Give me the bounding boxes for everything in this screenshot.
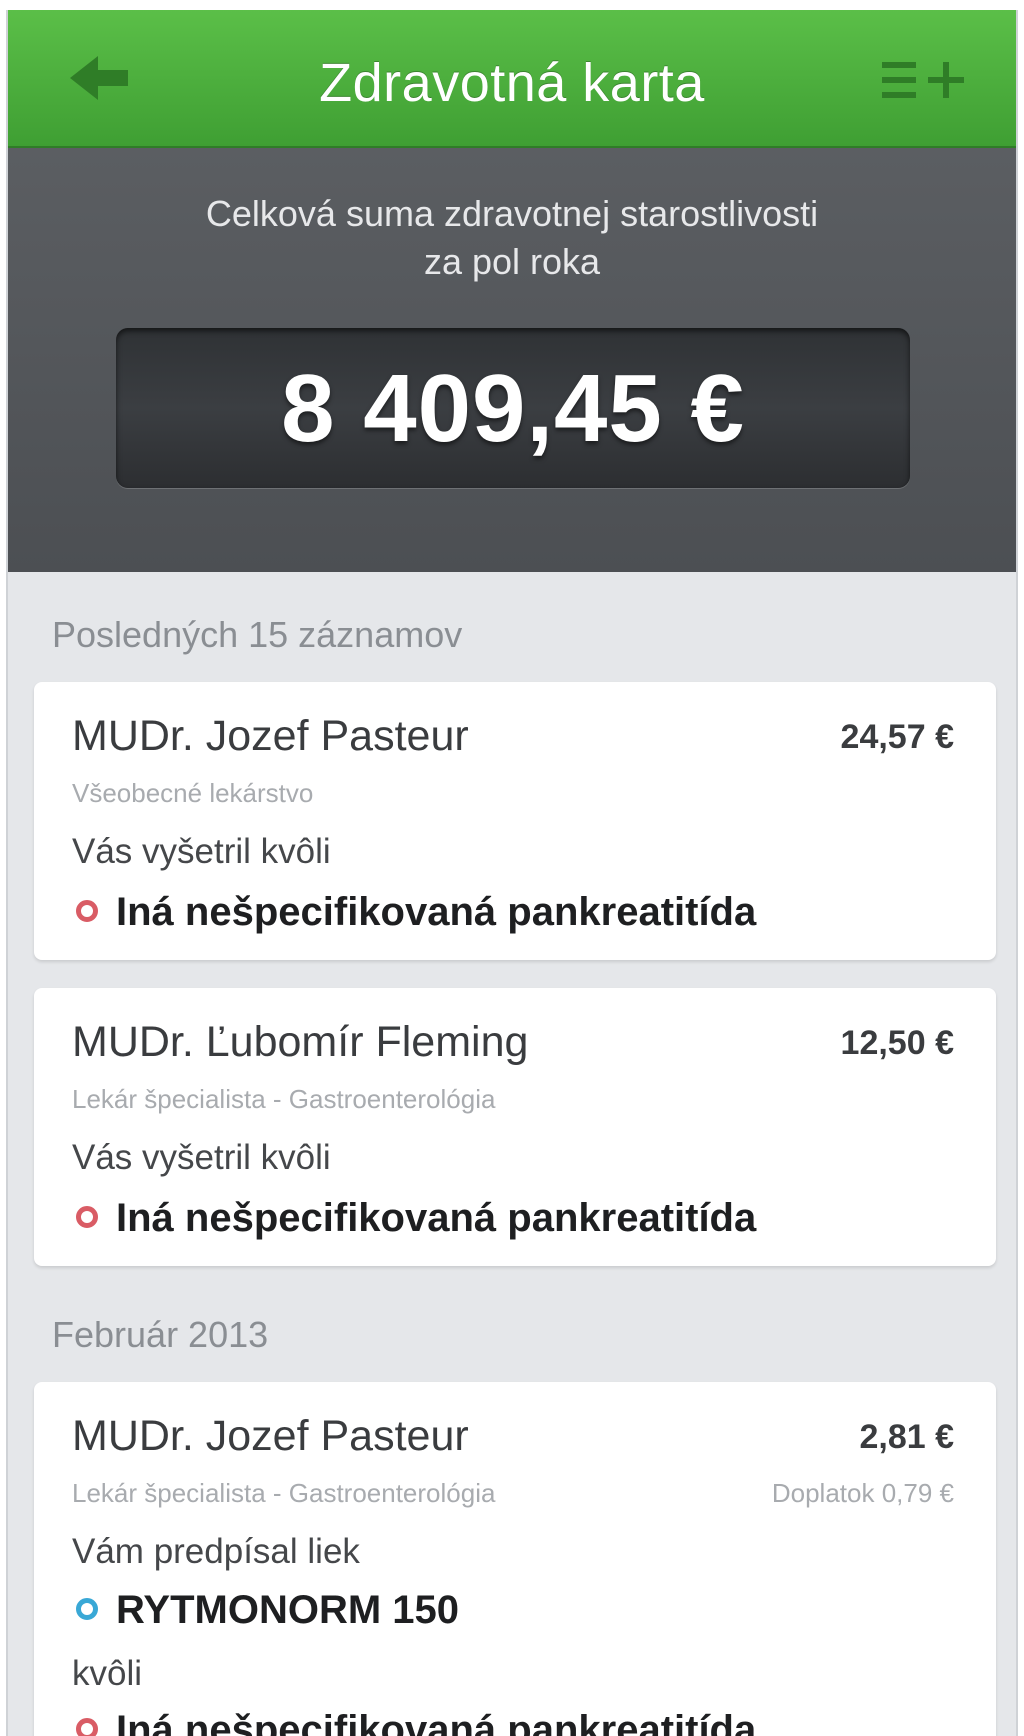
doctor-specialty: Lekár špecialista - Gastroenterológia (72, 1084, 496, 1114)
total-summary-panel: Celková suma zdravotnej starostlivosti z… (8, 148, 1016, 572)
diagnosis-text: Iná nešpecifikovaná pankreatitída (116, 890, 757, 934)
doctor-name: MUDr. Jozef Pasteur (72, 712, 469, 760)
total-summary-label: Celková suma zdravotnej starostlivosti z… (128, 190, 896, 286)
total-amount-display: 8 409,45 € (116, 328, 910, 488)
list-add-icon (882, 62, 964, 98)
doctor-specialty: Lekár špecialista - Gastroenterológia (72, 1478, 496, 1508)
diagnosis-text: Iná nešpecifikovaná pankreatitída (116, 1196, 757, 1240)
section-title-recent: Posledných 15 záznamov (52, 614, 463, 655)
total-amount: 8 409,45 € (281, 355, 745, 462)
copay-amount: Doplatok 0,79 € (771, 1478, 954, 1508)
record-price: 12,50 € (840, 1024, 954, 1062)
reason-label: Vás vyšetril kvôli (72, 832, 331, 871)
medication-text: RYTMONORM 150 (116, 1588, 460, 1632)
record-card[interactable]: MUDr. Ľubomír Fleming 12,50 € Lekár špec… (34, 988, 996, 1266)
because-label: kvôli (72, 1654, 143, 1693)
doctor-name: MUDr. Jozef Pasteur (72, 1412, 469, 1460)
navigation-bar: Zdravotná karta (8, 10, 1016, 148)
app-screen: Zdravotná karta Celková suma zdravotnej … (6, 10, 1018, 1736)
reason-label: Vás vyšetril kvôli (72, 1138, 331, 1177)
record-price: 2,81 € (859, 1418, 954, 1456)
diagnosis-text: Iná nešpecifikovaná pankreatitída (116, 1708, 757, 1736)
red-circle-icon (76, 900, 98, 922)
doctor-name: MUDr. Ľubomír Fleming (72, 1018, 529, 1066)
red-circle-icon (76, 1206, 98, 1228)
section-title-month: Február 2013 (52, 1314, 269, 1355)
record-card[interactable]: MUDr. Jozef Pasteur 2,81 € Lekár špecial… (34, 1382, 996, 1736)
blue-circle-icon (76, 1598, 98, 1620)
total-summary-label-line1: Celková suma zdravotnej starostlivosti (205, 193, 819, 234)
doctor-specialty: Všeobecné lekárstvo (72, 778, 314, 808)
red-circle-icon (76, 1718, 98, 1736)
total-summary-label-line2: za pol roka (423, 241, 601, 282)
reason-label: Vám predpísal liek (72, 1532, 360, 1571)
record-price: 24,57 € (840, 718, 954, 756)
page-title: Zdravotná karta (319, 53, 705, 113)
record-card[interactable]: MUDr. Jozef Pasteur 24,57 € Všeobecné le… (34, 682, 996, 960)
add-record-button[interactable] (882, 54, 968, 106)
